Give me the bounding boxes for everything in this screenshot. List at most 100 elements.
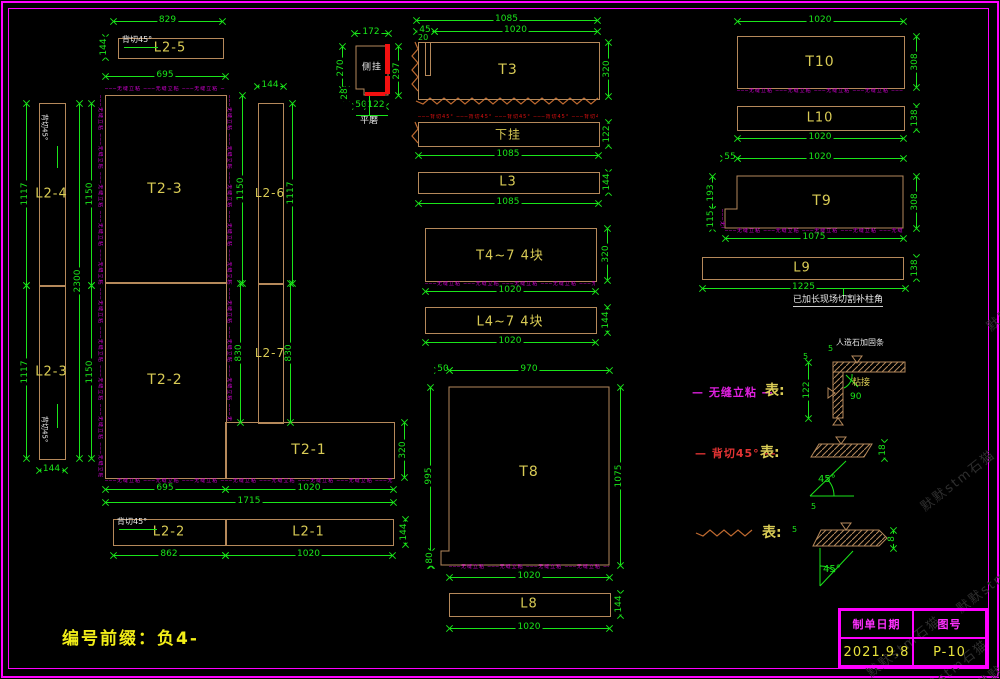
leader-line [124, 47, 158, 48]
backcut-dashline: ───背切45° ───背切45° ───背切45° ───背切45° ───背… [418, 114, 598, 120]
piece-label-L2-5: L2-5 [154, 40, 186, 55]
piece-label-L8: L8 [520, 597, 538, 612]
red-edge-bar [385, 76, 390, 94]
dim-text: 695 [154, 484, 175, 494]
dim-text: 115 [707, 208, 717, 229]
cad-entities: L2-5 L2-4 L2-3 T2-3 T2-2 T2-1 L2-6 L2-7 L2-2 L2-1… [0, 0, 1000, 679]
dim-text: 1085 [495, 198, 522, 208]
piece-label-T2-1: T2-1 [291, 442, 326, 458]
dim-text: 308 [911, 51, 921, 72]
dim-text: 144 [41, 465, 62, 475]
piece-label-L2-4: L2-4 [35, 187, 67, 202]
annotation-text: 90 [850, 393, 861, 403]
annotation-text: 5 [792, 526, 797, 535]
dim-text: 1075 [615, 463, 625, 490]
legend-seamless-means: 表: [765, 380, 785, 400]
dim-text: 1020 [807, 133, 834, 143]
seam-dashline: ───无缝立粘 ───无缝立粘 [719, 209, 725, 228]
annotation-text: 45° [818, 474, 836, 485]
seam-dashline: ───无缝立粘 ───无缝立粘 ───无缝立粘 ───无缝立粘 ───无缝立粘 … [105, 86, 225, 92]
dim-text: 80 [426, 550, 436, 565]
dim-text: 320 [602, 243, 612, 264]
piece-label-L3: L3 [499, 175, 517, 190]
dim-text: 18 [879, 442, 889, 457]
piece-label-L2-6: L2-6 [255, 186, 285, 200]
dim-text: 1020 [296, 484, 323, 494]
piece-label-L10: L10 [807, 110, 834, 125]
dim-text: 1020 [497, 286, 524, 296]
piece-label-T10: T10 [805, 54, 834, 70]
watermark: 默默stm石猫 [952, 546, 1000, 617]
annotation-text: 45° [823, 564, 841, 575]
dim-text: 297 [393, 60, 403, 81]
annotation-text: 背切45° [40, 416, 48, 442]
dim-text: 308 [911, 191, 921, 212]
leader-line [430, 42, 431, 76]
piece-label-T2-3: T2-3 [147, 181, 182, 197]
annotation-text: 5 [828, 345, 833, 354]
red-edge-bar [365, 92, 385, 96]
dim-text: 1150 [237, 176, 247, 203]
dim-text: 862 [158, 550, 179, 560]
dim-text: 1020 [807, 153, 834, 163]
legend-backcut-means: 表: [760, 442, 780, 462]
dim-text: 970 [518, 365, 539, 375]
watermark: 默默stm石猫 [916, 444, 999, 515]
annotation-text: 5 [803, 353, 808, 362]
leader-line [119, 529, 157, 530]
piece-label-L2-3: L2-3 [35, 364, 67, 379]
dim-text: 830 [285, 342, 295, 363]
dim-text: 320 [399, 439, 409, 460]
annotation-text: 背切45° [117, 518, 147, 527]
dim-text: 1117 [21, 181, 31, 208]
seam-dashline: ───无缝立粘 ───无缝立粘 ───无缝立粘 ───无缝立粘 ───无缝立粘 … [725, 228, 903, 234]
dim-text: 144 [400, 521, 410, 542]
dim-text: 995 [425, 465, 435, 486]
dim-text: 138 [911, 257, 921, 278]
annotation-text: 背切45° [40, 114, 48, 140]
dim-text: 1715 [236, 497, 263, 507]
dim-text: 1020 [516, 572, 543, 582]
numbering-prefix-note: 编号前缀：负4- [62, 624, 199, 649]
legend-zigzag-means: 表: [762, 522, 782, 542]
extended-cut-note: 已加长现场切割补柱角 [793, 292, 883, 307]
dim-text: 1020 [295, 550, 322, 560]
leader-line [425, 75, 431, 76]
titleblock-sheetno-header: 图号 [913, 610, 986, 638]
dim-text: 122 [803, 379, 813, 400]
dim-text: 1150 [86, 358, 96, 385]
piece-label-L2-2: L2-2 [153, 524, 185, 539]
dim-text: 1020 [516, 623, 543, 633]
dim-text: 138 [911, 107, 921, 128]
dim-text: 1020 [807, 16, 834, 26]
watermark: 默默stm石猫 [982, 264, 1000, 335]
dim-text: 193 [707, 182, 717, 203]
annotation-text: 平磨 [360, 117, 378, 127]
piece-label-L2-7: L2-7 [255, 346, 285, 360]
dim-text: 1085 [495, 150, 522, 160]
seam-dashline: ───无缝立粘 ───无缝立粘 ───无缝立粘 ───无缝立粘 ───无缝立粘 … [737, 88, 903, 94]
piece-label-侧挂: 侧挂 [362, 60, 382, 73]
dim-text: 1020 [497, 337, 524, 347]
cad-drawing-canvas: L2-5 L2-4 L2-3 T2-3 T2-2 T2-1 L2-6 L2-7 L2-2 L2-1… [0, 0, 1000, 679]
dim-text: 270 [337, 57, 347, 78]
dim-text: 830 [235, 342, 245, 363]
dim-text: 144 [602, 309, 612, 330]
leader-line [356, 115, 388, 116]
piece-label-L2-1: L2-1 [292, 524, 324, 539]
piece-label-T9: T9 [812, 193, 831, 209]
piece-label-T8: T8 [519, 464, 538, 480]
title-block: 制单日期 图号 2021.9.8 P-10 [838, 608, 988, 668]
seam-dashline: ───无缝立粘 ───无缝立粘 ───无缝立粘 ───无缝立粘 ───无缝立粘 … [449, 564, 609, 570]
piece-label-T3: T3 [498, 62, 517, 78]
dim-text: 829 [157, 16, 178, 26]
dim-text: 1020 [502, 26, 529, 36]
titleblock-date-header: 制单日期 [840, 610, 913, 638]
piece-label-T4~7 4块: T4~7 4块 [476, 245, 544, 264]
seam-dashline: ───无缝立粘 ───无缝立粘 ───无缝立粘 ───无缝立粘 ───无缝立粘 … [425, 281, 595, 287]
dim-text: 8 [888, 534, 898, 544]
dim-text: 2300 [74, 267, 84, 294]
piece-label-T2-2: T2-2 [147, 372, 182, 388]
dim-text: 1150 [86, 181, 96, 208]
dim-text: 172 [360, 28, 381, 38]
